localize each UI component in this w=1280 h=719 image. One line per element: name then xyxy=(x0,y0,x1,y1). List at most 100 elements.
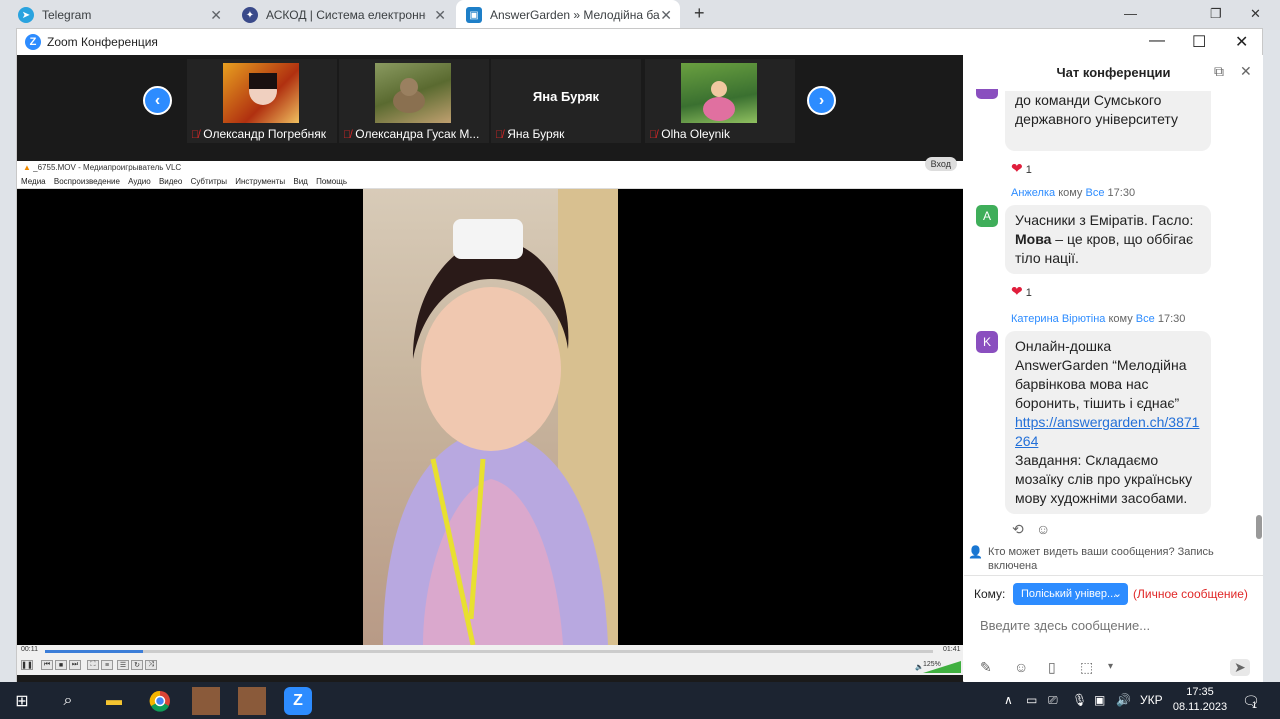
close-icon[interactable]: ✕ xyxy=(434,7,446,24)
zoom-maximize-button[interactable]: ☐ xyxy=(1192,32,1206,52)
participant-tile[interactable]: 🎙̸ Олександра Гусак М... xyxy=(339,59,489,143)
participant-tile[interactable]: 🎙̸ Олександр Погребняк xyxy=(187,59,337,143)
emoji-icon[interactable]: ☺ xyxy=(1014,659,1028,675)
reaction-count: 1 xyxy=(1025,287,1032,299)
vlc-exit-button[interactable]: Вход xyxy=(924,157,957,171)
screenshot-icon[interactable]: ⬚ xyxy=(1080,659,1093,676)
zoom-close-button[interactable]: ✕ xyxy=(1235,32,1248,52)
vlc-video xyxy=(17,189,963,645)
chat-message-text: Завдання: Складаємо мозаїку слів про укр… xyxy=(1015,452,1193,506)
fullscreen-icon[interactable]: ⛶ xyxy=(87,660,99,670)
vlc-menu-item[interactable]: Помощь xyxy=(316,177,347,186)
participant-display-name: Яна Буряк xyxy=(532,89,600,104)
send-icon[interactable]: ➤ xyxy=(1230,659,1250,676)
participant-tile[interactable]: Яна Буряк 🎙̸ Яна Буряк xyxy=(491,59,641,143)
sender-name[interactable]: Анжелка xyxy=(1011,187,1055,199)
heart-icon: ❤ xyxy=(1011,283,1023,299)
to-word: кому xyxy=(1108,313,1133,325)
battery-icon[interactable]: ▭ xyxy=(1026,693,1037,707)
app-tray-icon[interactable]: ▣ xyxy=(1094,693,1105,707)
search-icon[interactable]: ⌕ xyxy=(54,687,82,715)
browser-minimize-button[interactable]: — xyxy=(1124,6,1137,21)
volume-icon[interactable]: 🔊 xyxy=(1116,693,1131,707)
chevron-down-icon: ⌄ xyxy=(1112,588,1122,600)
notifications-icon[interactable]: 🗨 xyxy=(1242,693,1260,710)
vlc-menu-item[interactable]: Инструменты xyxy=(235,177,285,186)
zoom-minimize-button[interactable]: — xyxy=(1149,32,1165,50)
chat-scrollbar[interactable] xyxy=(1256,515,1262,539)
previous-icon[interactable]: ⏮ xyxy=(41,660,53,670)
close-icon[interactable]: ✕ xyxy=(660,7,672,24)
reply-icon[interactable]: ⟲ xyxy=(1012,521,1024,538)
recipient-value: Поліський універ... xyxy=(1021,588,1117,600)
chevron-left-icon: ‹ xyxy=(154,91,161,109)
file-icon[interactable]: ▯ xyxy=(1048,659,1056,676)
browser-restore-button[interactable]: ❐ xyxy=(1210,6,1222,22)
language-indicator[interactable]: УКР xyxy=(1140,693,1163,707)
participant-name: Яна Буряк xyxy=(507,127,565,141)
emoji-reaction-icon[interactable]: ☺ xyxy=(1036,521,1050,537)
clock-date: 08.11.2023 xyxy=(1172,701,1228,713)
windows-start-icon[interactable]: ⊞ xyxy=(8,687,36,715)
tab-telegram[interactable]: ➤ Telegram ✕ xyxy=(8,0,230,30)
chat-message-input[interactable] xyxy=(980,615,1250,635)
browser-close-button[interactable]: ✕ xyxy=(1250,6,1261,22)
recipient-select[interactable]: Поліський універ... ⌄ xyxy=(1013,583,1128,605)
file-explorer-icon[interactable]: ▬ xyxy=(100,687,128,715)
popout-icon[interactable]: ⧉ xyxy=(1214,63,1224,80)
to-word: кому xyxy=(1058,187,1083,199)
vlc-menu-item[interactable]: Субтитры xyxy=(191,177,227,186)
privacy-note[interactable]: Кто может видеть ваши сообщения? Запись … xyxy=(988,546,1214,572)
answergarden-icon: ▣ xyxy=(466,7,482,23)
photo-app-icon[interactable] xyxy=(192,687,220,715)
stop-icon[interactable]: ■ xyxy=(55,660,67,670)
close-icon[interactable]: ✕ xyxy=(1240,63,1252,80)
tab-title: АСКОД | Система електронного xyxy=(266,8,426,22)
telegram-icon: ➤ xyxy=(18,7,34,23)
answergarden-link[interactable]: https://answergarden.ch/3871264 xyxy=(1015,413,1201,451)
chevron-up-icon[interactable]: ∧ xyxy=(1004,693,1013,707)
loop-icon[interactable]: ↻ xyxy=(131,660,143,670)
message-time: 17:30 xyxy=(1107,187,1136,199)
network-icon[interactable]: ⎚ xyxy=(1048,693,1058,708)
chevron-down-icon[interactable]: ▾ xyxy=(1108,661,1113,672)
prev-participants-button[interactable]: ‹ xyxy=(143,86,172,115)
chat-panel: Чат конференции ⧉ ✕ з учасниці з Іспанії… xyxy=(964,55,1263,683)
photo-app-icon[interactable] xyxy=(238,687,266,715)
extended-settings-icon[interactable]: ≡ xyxy=(101,660,113,670)
vlc-menu-item[interactable]: Вид xyxy=(293,177,307,186)
close-icon[interactable]: ✕ xyxy=(210,7,222,24)
sender-name[interactable]: Катерина Вірютіна xyxy=(1011,313,1105,325)
microphone-icon[interactable]: 🎙 xyxy=(1072,693,1087,707)
people-icon: 👤 xyxy=(968,545,983,559)
recipient-name: Все xyxy=(1085,187,1105,199)
vlc-menu-item[interactable]: Видео xyxy=(159,177,182,186)
tab-askod[interactable]: ✦ АСКОД | Система електронного ✕ xyxy=(232,0,454,30)
next-participants-button[interactable]: › xyxy=(807,86,836,115)
clock[interactable]: 17:35 08.11.2023 xyxy=(1170,685,1230,715)
tab-answergarden[interactable]: ▣ AnswerGarden » Мелодійна бар ✕ xyxy=(456,0,680,30)
zoom-app-icon[interactable]: Z xyxy=(284,687,312,715)
playlist-icon[interactable]: ☰ xyxy=(117,660,129,670)
taskbar: ⊞ ⌕ ▬ Z ∧ ▭ ⎚ 🎙 ▣ 🔊 УКР 17:35 08.11.2023… xyxy=(0,682,1280,719)
new-tab-button[interactable]: + xyxy=(694,3,705,24)
chrome-icon[interactable] xyxy=(146,687,174,715)
participant-tile[interactable]: 🎙̸ Olha Oleynik xyxy=(645,59,795,143)
avatar: K xyxy=(976,331,998,353)
pause-icon[interactable]: ❚❚ xyxy=(21,660,33,670)
tab-title: AnswerGarden » Мелодійна бар xyxy=(490,8,660,22)
reaction-badge[interactable]: ❤ 1 xyxy=(1011,283,1032,300)
vlc-menu-item[interactable]: Аудио xyxy=(128,177,151,186)
video-frame xyxy=(363,189,618,645)
shuffle-icon[interactable]: ⤨ xyxy=(145,660,157,670)
zoom-titlebar: Z Zoom Конференция — ☐ ✕ xyxy=(17,29,1262,55)
vlc-menubar: Медиа Воспроизведение Аудио Видео Субтит… xyxy=(17,175,963,189)
chat-message-bubble: з учасниці з Іспанії, входжу до команди … xyxy=(1005,91,1211,151)
next-icon[interactable]: ⏭ xyxy=(69,660,81,670)
vlc-menu-item[interactable]: Медиа xyxy=(21,177,46,186)
vlc-seek-bar[interactable] xyxy=(45,650,933,653)
reaction-badge[interactable]: ❤ 1 xyxy=(1011,160,1032,177)
notification-count: 1 xyxy=(1252,700,1258,710)
format-icon[interactable]: ✎ xyxy=(980,659,992,676)
vlc-menu-item[interactable]: Воспроизведение xyxy=(54,177,120,186)
